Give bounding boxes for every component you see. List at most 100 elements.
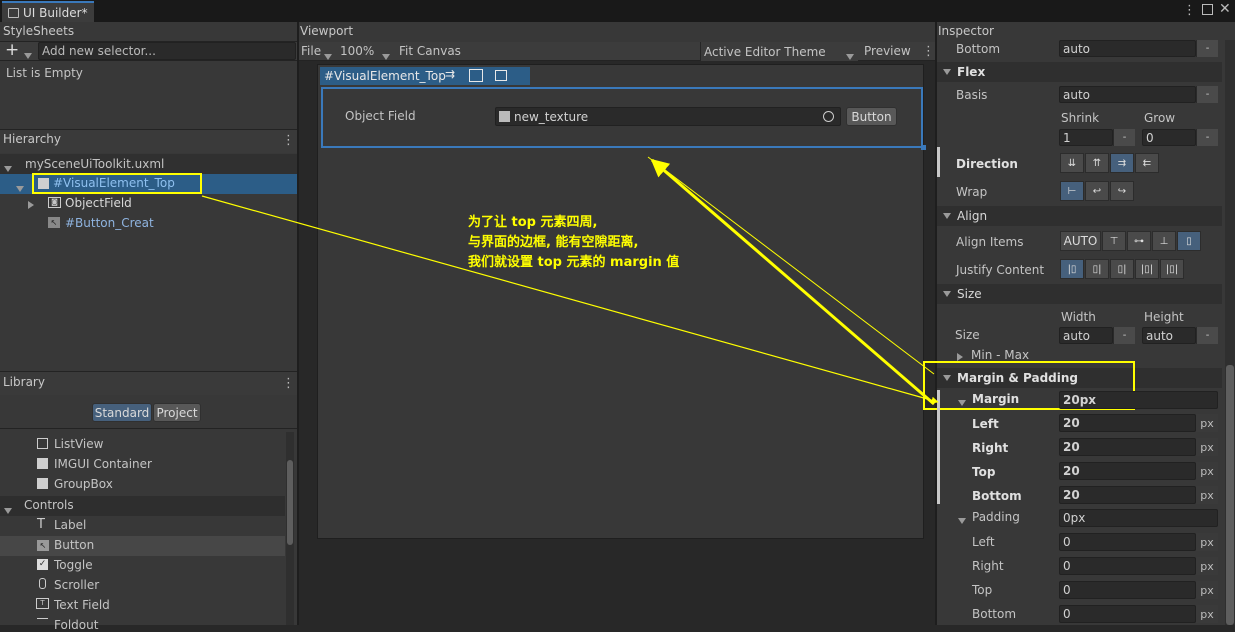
margin-bottom-input[interactable]: 20 [1059,486,1196,504]
library-item[interactable]: Button [54,538,94,552]
justify-center-icon[interactable]: ▯| [1085,259,1109,279]
chevron-down-icon[interactable] [324,49,332,63]
chevron-down-icon[interactable] [382,49,390,63]
grow-input[interactable]: 0 [1142,129,1196,146]
add-selector-input[interactable]: Add new selector... [38,42,296,60]
unit-px[interactable]: px [1196,414,1218,432]
library-item[interactable]: Toggle [54,558,93,572]
width-input[interactable]: auto [1059,327,1113,344]
direction-icon[interactable]: ⇉ [445,67,455,81]
padding-top-input[interactable]: 0 [1059,581,1196,599]
library-item[interactable]: GroupBox [54,477,113,491]
unit-px[interactable]: px [1196,438,1218,456]
unit-dropdown[interactable]: - [1196,40,1218,57]
collapse-arrow-icon[interactable] [28,198,34,212]
viewport-titlebar [299,22,935,42]
basis-input[interactable]: auto [1059,86,1196,103]
library-item[interactable]: Label [54,518,86,532]
expand-arrow-icon[interactable] [4,503,12,517]
close-icon[interactable]: ✕ [1219,1,1231,17]
unit-dropdown[interactable]: - [1196,86,1218,103]
align-stretch-icon[interactable]: ▯ [1177,231,1201,251]
zoom-dropdown[interactable]: 100% [340,44,374,58]
bottom-input[interactable]: auto [1059,40,1196,57]
size-section-header[interactable]: Size [937,284,1222,304]
tab-standard[interactable]: Standard [92,403,152,422]
kebab-icon[interactable]: ⋮ [1183,3,1196,18]
direction-column-reverse-icon[interactable]: ⇈ [1085,153,1109,173]
unit-dropdown[interactable]: - [1113,327,1135,344]
library-item[interactable]: IMGUI Container [54,457,152,471]
object-picker-icon[interactable] [823,111,834,122]
unit-px[interactable]: px [1196,486,1218,504]
margin-input[interactable]: 20px [1059,391,1218,409]
wrap-reverse-icon[interactable]: ↪ [1110,181,1134,201]
expand-arrow-icon[interactable] [958,395,966,409]
flex-section-header[interactable]: Flex [937,62,1222,82]
align-auto-button[interactable]: AUTO [1060,231,1101,251]
padding-bottom-input[interactable]: 0 [1059,605,1196,623]
padding-left-input[interactable]: 0 [1059,533,1196,551]
unit-px[interactable]: px [1196,533,1218,551]
align-start-icon[interactable]: ⊤ [1102,231,1126,251]
justify-end-icon[interactable]: ▯| [1110,259,1134,279]
unit-px[interactable]: px [1196,557,1218,575]
canvas-button[interactable]: Button [846,107,897,126]
expand-arrow-icon[interactable] [958,513,966,527]
file-menu[interactable]: File [301,44,321,58]
nowrap-icon[interactable]: ⊢ [1060,181,1084,201]
fit-canvas-button[interactable]: Fit Canvas [399,44,461,58]
resize-handle[interactable] [921,145,926,150]
padding-bottom-label: Bottom [972,607,1017,621]
justify-start-icon[interactable]: |▯ [1060,259,1084,279]
justify-space-around-icon[interactable]: |▯| [1160,259,1184,279]
scrollbar-thumb[interactable] [287,460,293,545]
library-item[interactable]: Scroller [54,578,99,592]
tab-project[interactable]: Project [153,403,201,422]
library-item[interactable]: Text Field [54,598,110,612]
padding-input[interactable]: 0px [1059,509,1218,527]
unit-px[interactable]: px [1196,462,1218,480]
chevron-down-icon[interactable] [846,49,854,63]
align-header: Align [957,209,988,223]
shrink-input[interactable]: 1 [1059,129,1113,146]
unit-px[interactable]: px [1196,581,1218,599]
plus-icon[interactable]: + [5,40,19,60]
library-item[interactable]: ListView [54,437,103,451]
flex-header: Flex [957,65,986,79]
align-icon[interactable] [469,69,483,82]
align-section-header[interactable]: Align [937,206,1222,226]
min-max-label[interactable]: Min - Max [971,348,1029,362]
margin-top-input[interactable]: 20 [1059,462,1196,480]
maximize-icon[interactable] [1202,4,1213,15]
expand-arrow-icon[interactable] [16,181,24,195]
wrap-icon[interactable]: ↩ [1085,181,1109,201]
justify-space-between-icon[interactable]: |▯| [1135,259,1159,279]
height-input[interactable]: auto [1142,327,1196,344]
unit-px[interactable]: px [1196,605,1218,623]
ui-builder-tab[interactable]: UI Builder* [2,1,94,22]
align-end-icon[interactable]: ⊥ [1152,231,1176,251]
direction-column-icon[interactable]: ⇊ [1060,153,1084,173]
padding-right-input[interactable]: 0 [1059,557,1196,575]
margin-left-input[interactable]: 20 [1059,414,1196,432]
align-center-icon[interactable]: ⊶ [1127,231,1151,251]
object-field-input[interactable]: new_texture [495,107,841,126]
library-menu-icon[interactable]: ⋮ [282,376,295,391]
hierarchy-menu-icon[interactable]: ⋮ [282,133,295,148]
tab-label: UI Builder* [23,5,88,20]
justify-icon[interactable] [495,70,507,81]
library-item[interactable]: Foldout [54,618,98,632]
direction-row-icon[interactable]: ⇉ [1110,153,1134,173]
scrollbar-thumb[interactable] [1226,365,1234,625]
unit-dropdown[interactable]: - [1113,129,1135,146]
chevron-down-icon[interactable] [24,48,32,62]
direction-row-reverse-icon[interactable]: ⇇ [1135,153,1159,173]
expand-arrow-icon[interactable] [4,161,12,175]
unit-dropdown[interactable]: - [1196,327,1218,344]
preview-toggle[interactable]: Preview [864,44,911,58]
viewport-menu-icon[interactable]: ⋮ [922,44,935,59]
theme-dropdown[interactable]: Active Editor Theme [704,45,826,59]
margin-right-input[interactable]: 20 [1059,438,1196,456]
unit-dropdown[interactable]: - [1196,129,1218,146]
